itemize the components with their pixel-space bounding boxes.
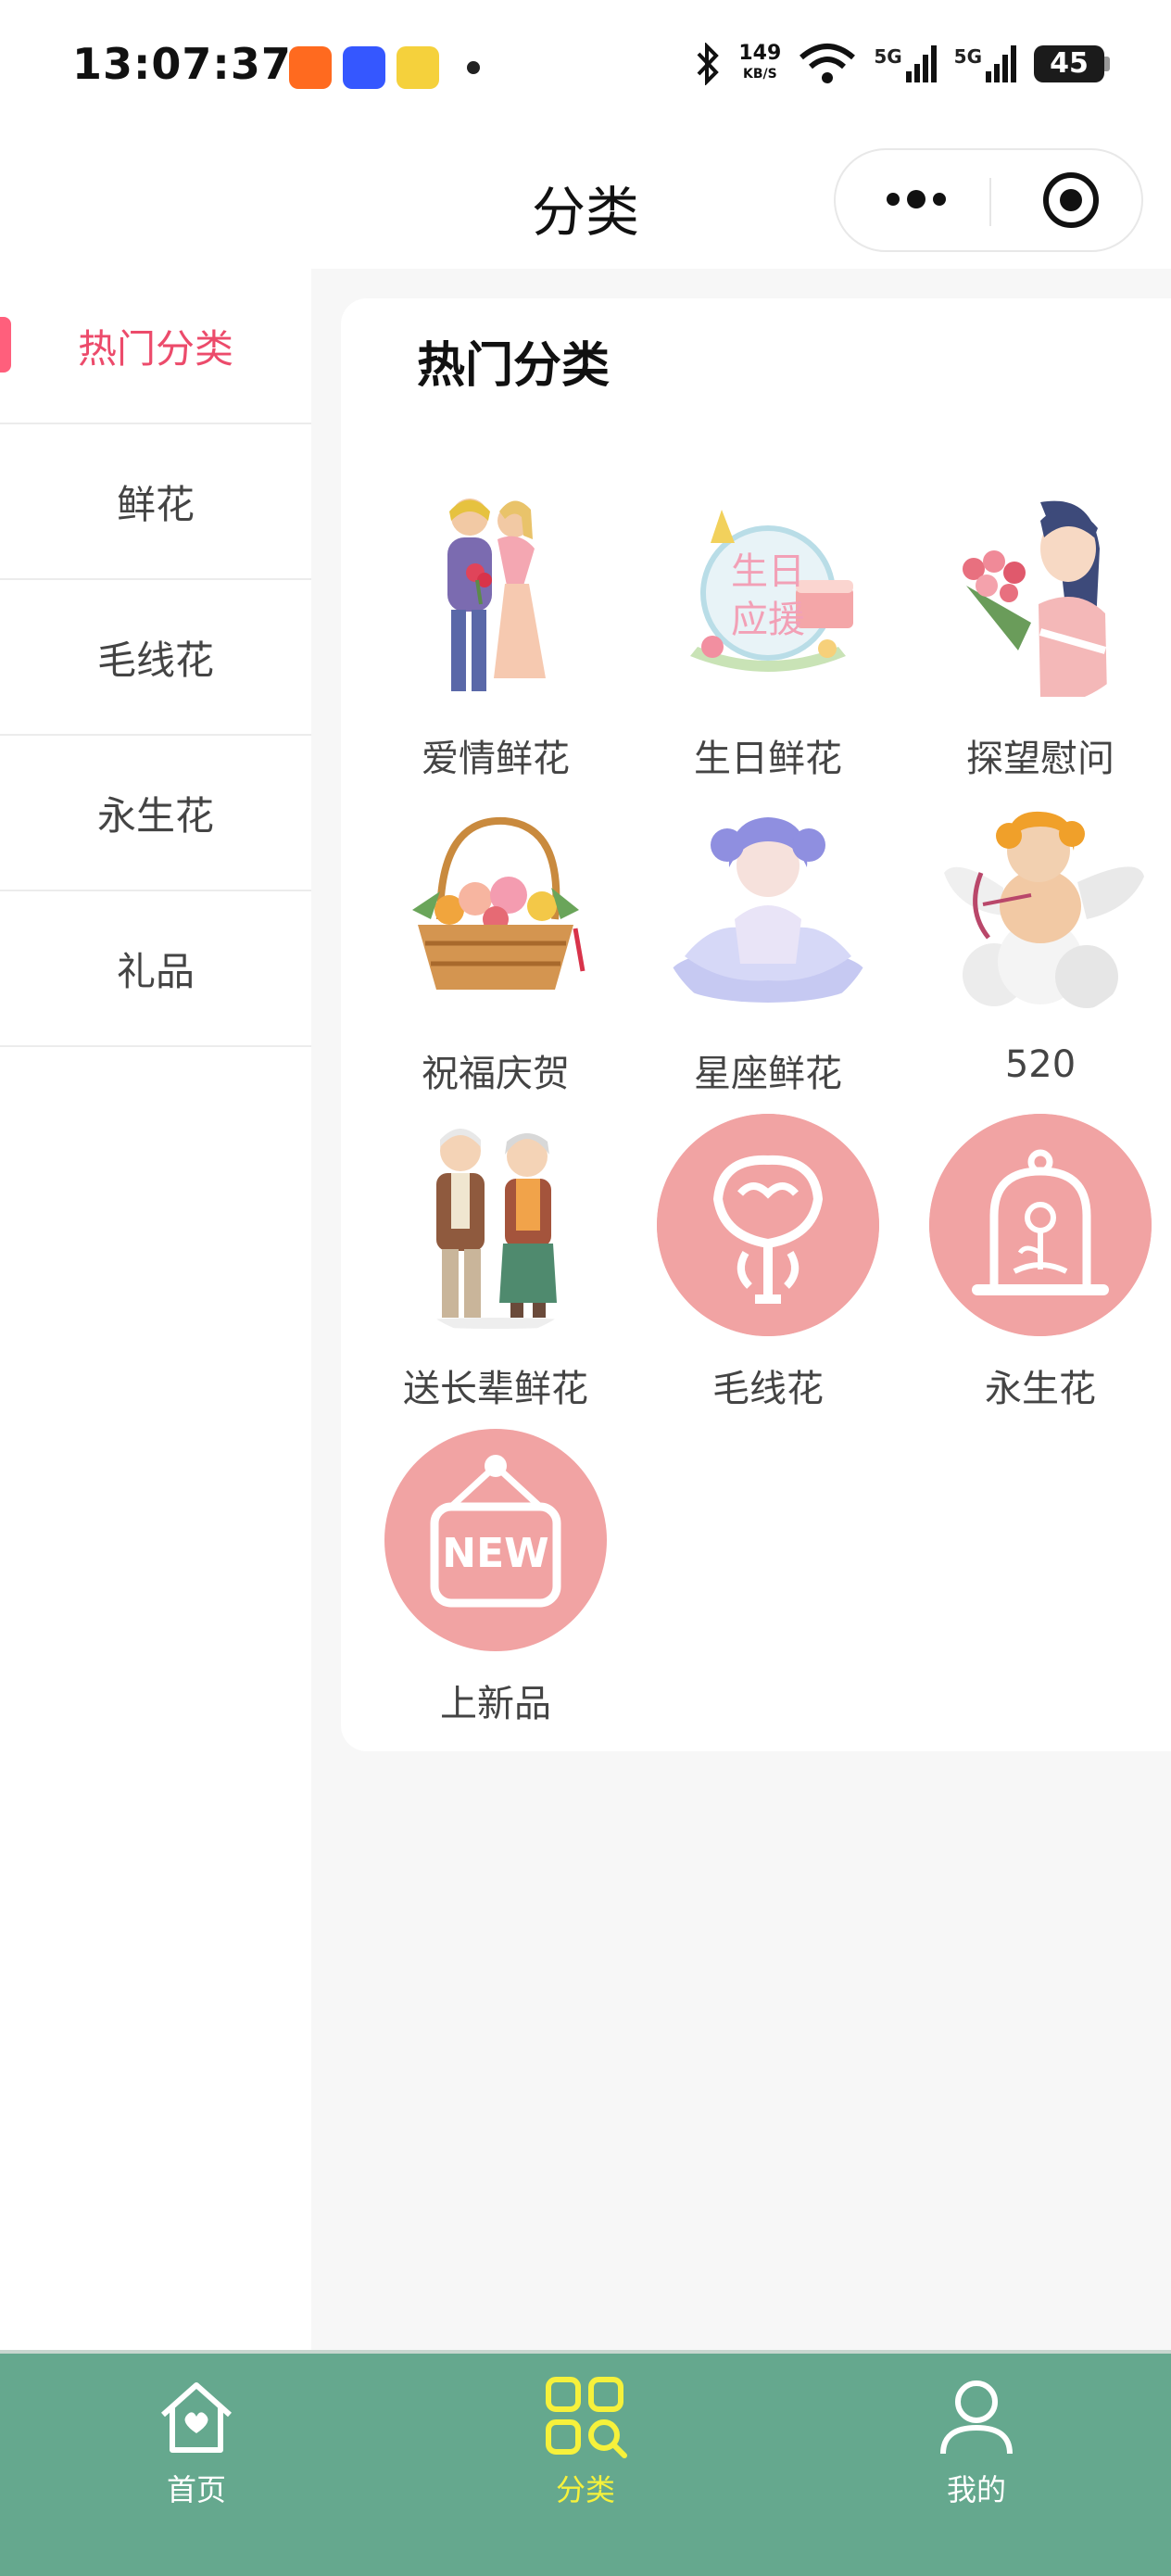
new-sign-icon: NEW [384,1429,607,1651]
nav-header: 分类 [0,139,1171,269]
category-item[interactable]: 爱情鲜花 [359,484,632,799]
signal-bars-icon [905,45,937,82]
cell-signal-1: 5G [874,45,937,82]
category-label: 生日鲜花 [694,738,842,780]
category-item[interactable]: 探望慰问 [904,484,1171,799]
sidebar-item-yarn-flowers[interactable]: 毛线花 [0,580,311,736]
wifi-icon [800,44,856,83]
category-search-icon [546,2377,627,2458]
category-item[interactable]: 520 [904,799,1171,1114]
sidebar-item-label: 鲜花 [116,481,195,527]
category-item[interactable]: 祝福庆贺 [359,799,632,1114]
network-speed-unit: KB/S [742,67,777,82]
cupid-illustration [944,811,1144,1008]
category-label: 送长辈鲜花 [403,1368,588,1410]
category-label: 上新品 [440,1683,551,1725]
category-label: 永生花 [985,1368,1096,1410]
status-bar: 13:07:37 149 KB/S 5G 5G 45 [0,0,1171,139]
battery-level: 45 [1050,47,1089,80]
flower-basket-illustration [412,816,586,990]
tab-category[interactable]: 分类 [493,2372,678,2539]
category-item[interactable]: NEW 上新品 [359,1429,632,1744]
category-label: 毛线花 [712,1368,824,1410]
category-item[interactable]: 永生花 [904,1114,1171,1429]
sidebar-item-label: 毛线花 [96,637,214,683]
tab-label: 我的 [946,2472,1006,2507]
sidebar-item-hot[interactable]: 热门分类 [0,269,311,424]
elderly-couple-illustration [407,1129,585,1329]
home-heart-icon [161,2382,232,2453]
status-indicators: 149 KB/S 5G 5G 45 [694,43,1110,85]
category-label: 祝福庆贺 [422,1053,570,1095]
zodiac-girl-illustration [670,817,866,1003]
svg-text:生日: 生日 [731,550,805,593]
active-indicator [0,317,11,373]
category-item[interactable]: 送长辈鲜花 [359,1114,632,1429]
tab-profile[interactable]: 我的 [884,2372,1069,2539]
category-grid: 爱情鲜花 生日 应援 生日鲜花 探望慰问 祝福庆贺 星座鲜花 520 送长辈鲜花… [359,484,1171,1744]
page: 13:07:37 149 KB/S 5G 5G 45 分类 热门分类 鲜花 毛线… [0,0,1171,2576]
signal-type-label: 5G [953,45,982,68]
tab-home[interactable]: 首页 [104,2372,289,2539]
app-notification-icon [397,46,439,89]
preserved-flower-dome-icon [929,1114,1152,1336]
capsule-divider [989,178,991,226]
new-badge-text: NEW [442,1529,549,1577]
battery-icon: 45 [1034,45,1110,82]
category-sidebar: 热门分类 鲜花 毛线花 永生花 礼品 [0,269,311,2350]
app-notification-icon [343,46,385,89]
category-item[interactable]: 生日 应援 生日鲜花 [632,484,904,799]
tab-label: 首页 [166,2472,226,2507]
status-app-icons [289,46,480,89]
girl-with-bouquet-illustration [963,500,1107,697]
category-label: 探望慰问 [966,738,1114,780]
sidebar-item-preserved-flowers[interactable]: 永生花 [0,736,311,891]
close-mini-program-icon[interactable] [1041,170,1101,230]
network-speed: 149 KB/S [738,44,781,84]
more-options-icon[interactable] [884,185,949,213]
sidebar-item-gifts[interactable]: 礼品 [0,891,311,1047]
signal-bars-icon [986,45,1016,82]
network-speed-value: 149 [738,42,782,65]
yarn-flower-icon [657,1114,879,1336]
mini-program-capsule [834,148,1143,252]
birthday-cake-illustration: 生日 应援 [690,510,853,672]
bluetooth-icon [697,43,720,85]
category-label: 星座鲜花 [694,1053,842,1095]
more-notifications-dot-icon [467,61,480,74]
category-item[interactable]: 毛线花 [632,1114,904,1429]
signal-type-label: 5G [874,45,902,68]
category-content-card: 热门分类 爱情鲜花 生日 应援 生日鲜花 探望慰问 祝福庆贺 星座鲜花 520 … [341,298,1171,1751]
user-icon [940,2380,1013,2455]
section-title: 热门分类 [417,338,611,394]
sidebar-item-label: 永生花 [96,792,214,839]
app-notification-icon [289,46,332,89]
svg-text:应援: 应援 [731,599,805,641]
tab-label: 分类 [555,2472,615,2507]
sidebar-item-label: 礼品 [116,948,195,994]
status-time: 13:07:37 [72,39,292,89]
sidebar-item-fresh-flowers[interactable]: 鲜花 [0,424,311,580]
category-item[interactable]: 星座鲜花 [632,799,904,1114]
couple-illustration [447,499,546,691]
sidebar-item-label: 热门分类 [77,325,233,372]
category-label: 520 [1004,1043,1077,1086]
category-label: 爱情鲜花 [422,738,570,780]
cell-signal-2: 5G [954,45,1017,82]
bottom-tab-bar: 首页 分类 我的 [0,2350,1171,2576]
